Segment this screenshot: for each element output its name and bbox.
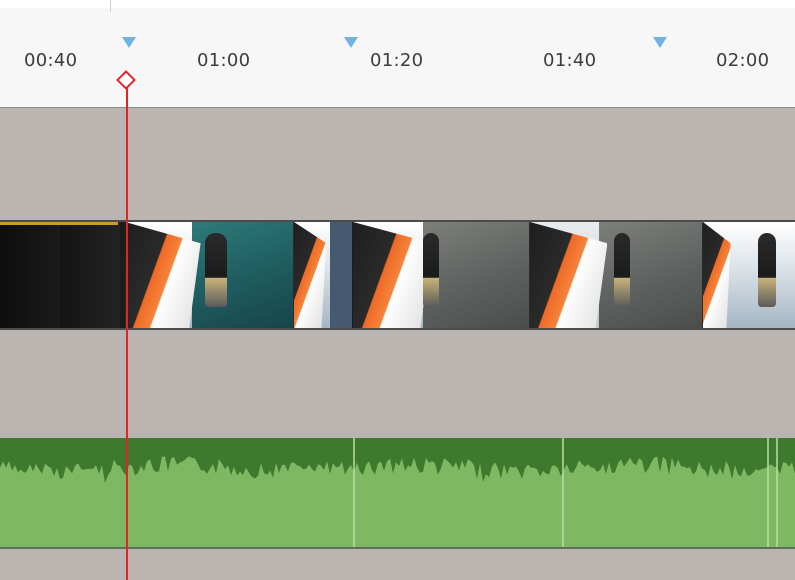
video-thumbnail[interactable] bbox=[703, 222, 795, 328]
marker-triangle-icon[interactable] bbox=[344, 37, 358, 48]
time-label-0140: 01:40 bbox=[543, 50, 597, 71]
playhead-line[interactable] bbox=[126, 72, 128, 580]
audio-track[interactable] bbox=[0, 438, 795, 549]
ruler-divider bbox=[110, 0, 111, 12]
time-label-0100: 01:00 bbox=[197, 50, 251, 71]
clip-boundary bbox=[330, 222, 352, 328]
timeline-editor: 00:40 01:00 01:20 01:40 02:00 bbox=[0, 0, 795, 580]
video-thumbnail[interactable] bbox=[125, 222, 294, 328]
marker-triangle-icon[interactable] bbox=[653, 37, 667, 48]
ruler-top-strip bbox=[0, 0, 795, 8]
clip-selection-highlight bbox=[0, 222, 118, 225]
time-label-0120: 01:20 bbox=[370, 50, 424, 71]
time-label-0200: 02:00 bbox=[716, 50, 770, 71]
video-track[interactable] bbox=[0, 220, 795, 330]
empty-track-area[interactable] bbox=[0, 108, 795, 220]
video-thumbnail[interactable] bbox=[353, 222, 530, 328]
time-ruler[interactable]: 00:40 01:00 01:20 01:40 02:00 bbox=[0, 0, 795, 108]
audio-waveform bbox=[0, 438, 795, 547]
video-thumbnail-dark bbox=[0, 222, 120, 328]
video-thumbnail[interactable] bbox=[530, 222, 703, 328]
empty-track-area[interactable] bbox=[0, 330, 795, 438]
video-thumbnail[interactable] bbox=[294, 222, 331, 328]
empty-track-area[interactable] bbox=[0, 549, 795, 580]
time-label-0040: 00:40 bbox=[24, 50, 78, 71]
marker-triangle-icon[interactable] bbox=[122, 37, 136, 48]
